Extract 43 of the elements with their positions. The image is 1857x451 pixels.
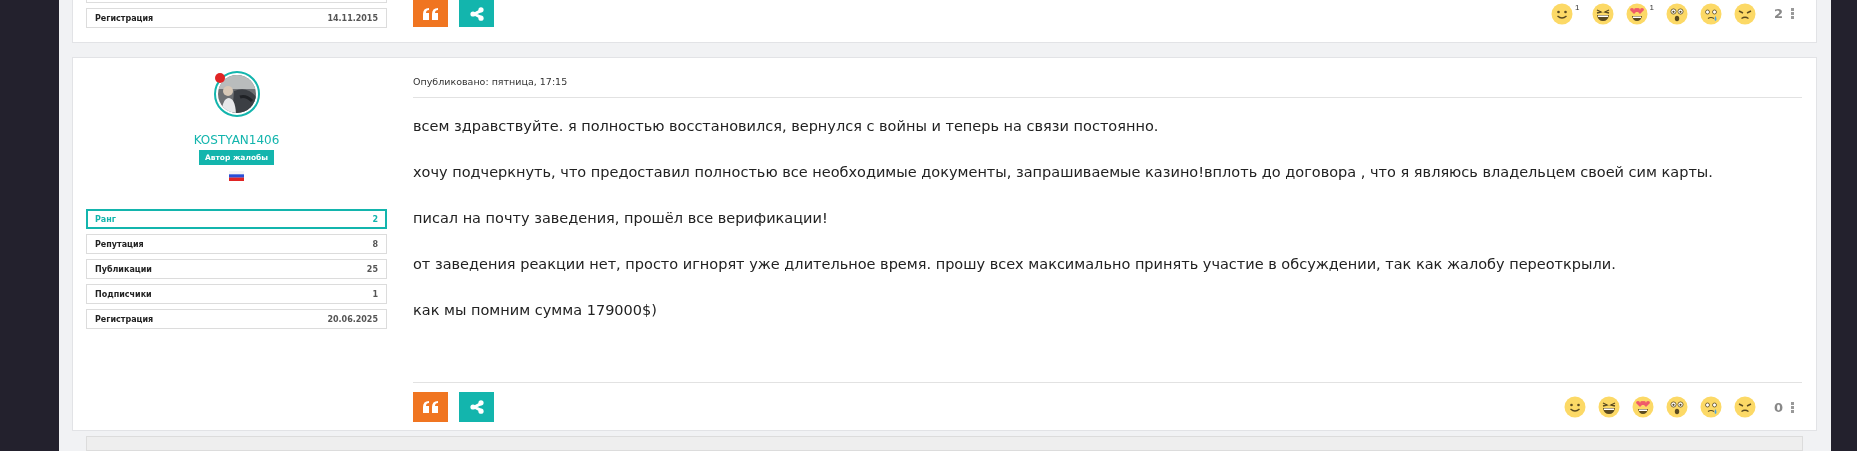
quote-icon	[422, 401, 439, 413]
reaction-button[interactable]: 1	[1619, 2, 1660, 25]
stat-label: Репутация	[95, 239, 144, 249]
quote-icon	[422, 7, 439, 20]
stat-value: 14.11.2015	[327, 13, 378, 23]
more-options-icon[interactable]	[1791, 401, 1794, 413]
quote-button[interactable]	[413, 0, 448, 27]
stat-label: Регистрация	[95, 314, 154, 324]
stat-label: Регистрация	[95, 13, 154, 23]
post-paragraph: как мы помним сумма 179000$)	[413, 301, 658, 320]
angry-emoji-icon	[1733, 2, 1756, 25]
share-button[interactable]	[459, 392, 494, 422]
post-paragraph: от заведения реакции нет, просто игнорят уже длительное время. прошу всех максимально принять участие в обсуждении, так как жалобу переоткрыли.	[413, 255, 1617, 274]
stat-value: 8	[372, 239, 378, 249]
reaction-count: 1	[1575, 2, 1580, 12]
stat-label: Подписчики	[95, 289, 152, 299]
stat-value: 2	[372, 214, 378, 224]
stat-value: 20.06.2025	[327, 314, 378, 324]
share-icon	[469, 6, 484, 21]
published-date: Опубликовано: пятница, 17:15	[413, 76, 569, 87]
more-options-icon[interactable]	[1791, 8, 1794, 19]
flag-icon	[229, 171, 244, 181]
sad-emoji-icon	[1699, 396, 1722, 418]
reaction-count: 1	[1649, 2, 1654, 12]
post-paragraph: хочу подчеркнуть, что предоставил полностью все необходимые документы, запрашиваемые казино!вплоть до договора , что я являюсь владельцем своей сим карты.	[413, 163, 1714, 182]
heart-eyes-emoji-icon	[1631, 396, 1654, 418]
laugh-emoji-icon	[1597, 396, 1620, 418]
stat-label: Ранг	[95, 214, 116, 224]
post-paragraph: всем здравствуйте. я полностью восстановился, вернулся с войны и теперь на связи постоянно.	[413, 117, 1160, 136]
smile-emoji-icon	[1551, 2, 1574, 25]
share-icon	[469, 400, 484, 414]
wow-emoji-icon	[1665, 396, 1688, 418]
angry-emoji-icon	[1733, 396, 1756, 418]
stat-label: Публикации	[95, 264, 152, 274]
smile-emoji-icon	[1563, 396, 1586, 418]
quote-button[interactable]	[413, 392, 448, 422]
reaction-total: 2	[1773, 6, 1783, 21]
stat-value: 25	[366, 264, 378, 274]
post-paragraph: писал на почту заведения, прошёл все верификации!	[413, 209, 829, 228]
stat-value: 1	[372, 289, 378, 299]
reaction-total: 0	[1773, 399, 1783, 415]
share-button[interactable]	[459, 0, 494, 27]
reaction-button[interactable]: 1	[1545, 2, 1586, 25]
